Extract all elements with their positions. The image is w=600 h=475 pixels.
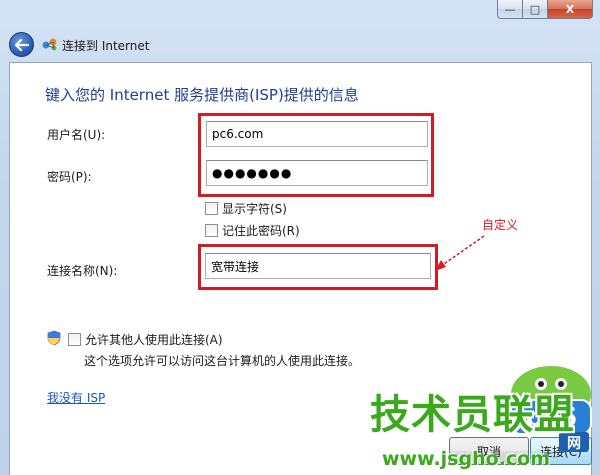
uac-shield-icon bbox=[47, 330, 61, 346]
allow-others-label[interactable]: 允许其他人使用此连接(A) bbox=[85, 331, 223, 348]
remember-password-label[interactable]: 记住此密码(R) bbox=[222, 222, 300, 239]
window-frame: — □ X 连接到 Internet 键入您的 Internet 服务提供商(I… bbox=[0, 0, 600, 475]
username-label: 用户名(U): bbox=[47, 128, 106, 142]
username-field[interactable]: pc6.com bbox=[206, 121, 428, 147]
allow-others-checkbox[interactable] bbox=[68, 333, 81, 346]
show-chars-label[interactable]: 显示字符(S) bbox=[222, 200, 287, 217]
back-button[interactable] bbox=[9, 32, 34, 57]
connection-name-field[interactable]: 宽带连接 bbox=[205, 253, 431, 279]
password-field[interactable]: ●●●●●●● bbox=[206, 160, 428, 186]
no-isp-link[interactable]: 我没有 ISP bbox=[47, 389, 105, 406]
minimize-icon: — bbox=[504, 2, 516, 16]
connection-name-label: 连接名称(N): bbox=[47, 264, 118, 278]
allow-others-description: 这个选项允许可以访问这台计算机的人使用此连接。 bbox=[84, 354, 361, 368]
remember-password-checkbox[interactable] bbox=[205, 224, 218, 237]
network-icon bbox=[42, 38, 57, 51]
show-chars-checkbox[interactable] bbox=[205, 202, 218, 215]
close-button[interactable]: X bbox=[547, 0, 593, 19]
annotation-text: 自定义 bbox=[482, 218, 519, 232]
maximize-button[interactable]: □ bbox=[522, 0, 548, 19]
maximize-icon: □ bbox=[529, 2, 541, 16]
close-icon: X bbox=[565, 2, 575, 16]
window-title: 连接到 Internet bbox=[62, 39, 150, 53]
watermark-url: www.jsgho.com bbox=[382, 448, 550, 470]
page-heading: 键入您的 Internet 服务提供商(ISP)提供的信息 bbox=[45, 86, 359, 104]
password-label: 密码(P): bbox=[47, 170, 92, 184]
title-bar: — □ X 连接到 Internet bbox=[0, 0, 600, 62]
watermark-text: 技术员联盟 bbox=[370, 392, 575, 438]
annotation-arrow-icon bbox=[435, 235, 485, 271]
back-arrow-icon bbox=[14, 38, 29, 51]
site-watermark: pc6 网 技术员联盟 www.jsgho.com bbox=[362, 348, 600, 475]
minimize-button[interactable]: — bbox=[497, 0, 523, 19]
